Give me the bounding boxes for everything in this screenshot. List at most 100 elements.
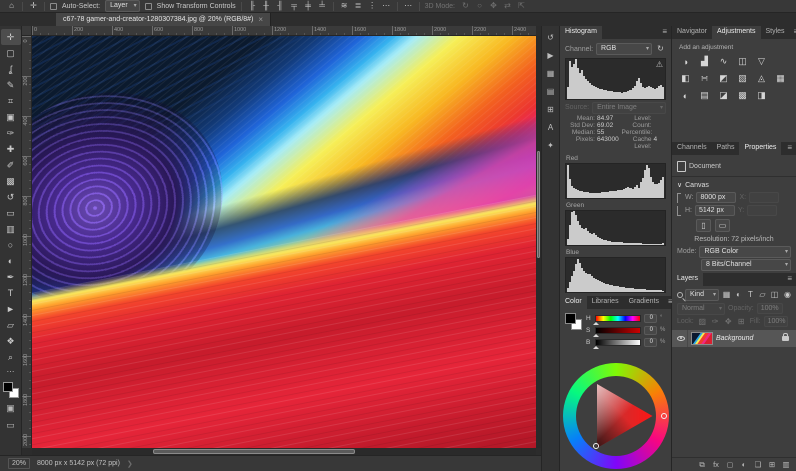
layer-group-icon[interactable]: ❑ [753,459,763,470]
slider-h[interactable]: H0° [586,313,666,323]
threshold-icon[interactable]: ◪ [717,90,730,102]
filter-smart-objects-icon[interactable]: ◫ [769,289,780,300]
align-right-icon[interactable]: ╢ [275,1,286,12]
tool-quick-selection[interactable]: ✎ [1,77,21,93]
filter-shape-layers-icon[interactable]: ▱ [757,289,768,300]
panel-histogram[interactable]: Histogram [560,26,602,39]
visibility-toggle[interactable] [675,330,688,347]
tool-brush[interactable]: ✐ [1,157,21,173]
tool-blur[interactable]: ○ [1,237,21,253]
lock-artboards-icon[interactable]: ⊞ [736,316,747,327]
tool-eraser[interactable]: ▭ [1,205,21,221]
panel-menu-icon[interactable]: ≡ [790,26,796,39]
lock-image-pixels-icon[interactable]: ✑ [710,316,721,327]
horizontal-scrollbar[interactable] [32,448,536,455]
portrait-orientation-button[interactable]: ▯ [696,219,711,232]
status-chevron-icon[interactable]: ❯ [127,460,133,468]
distribute-vertical-icon[interactable]: ⋮ [367,1,378,12]
height-field[interactable]: 5142 px [695,205,735,216]
tab-layers[interactable]: Layers [672,273,703,286]
show-transform-checkbox[interactable] [145,3,152,10]
posterize-icon[interactable]: ▤ [698,90,711,102]
layer-effects-icon[interactable]: fx [711,459,721,470]
panel-menu-icon[interactable]: ≡ [783,142,796,155]
tool-lasso[interactable]: ʆ [1,61,21,77]
tab-gradients[interactable]: Gradients [624,296,664,309]
tool-gradient[interactable]: ▥ [1,221,21,237]
tool-eyedropper[interactable]: ✑ [1,125,21,141]
vibrance-icon[interactable]: ▽ [755,56,768,68]
color-mode-dropdown[interactable]: RGB Color [699,246,791,258]
brightness-contrast-icon[interactable]: ◑ [679,56,692,68]
move-tool-preset-icon[interactable]: ✛ [28,1,39,12]
width-field[interactable]: 8000 px [696,192,736,203]
foreground-color-swatch[interactable] [3,382,13,392]
tool-shape[interactable]: ▱ [1,317,21,333]
align-top-icon[interactable]: ╤ [289,1,300,12]
lock-position-icon[interactable]: ✥ [723,316,734,327]
clone-source-icon[interactable]: ⊞ [544,104,557,115]
document-canvas[interactable] [32,36,536,448]
close-icon[interactable]: × [258,15,263,24]
link-dimensions-icon[interactable] [677,193,681,203]
tab-properties[interactable]: Properties [739,142,781,155]
channel-mixer-icon[interactable]: ◬ [755,73,768,85]
tool-path-selection[interactable]: ► [1,301,21,317]
invert-icon[interactable]: ◐ [679,90,692,102]
tool-type[interactable]: T [1,285,21,301]
distribute-horizontal-icon[interactable]: ⋯ [381,1,392,12]
screen-mode-button[interactable]: ▭ [1,418,21,432]
tool-frame[interactable]: ▣ [1,109,21,125]
foreground-color-swatch[interactable] [565,313,576,324]
tab-channels[interactable]: Channels [672,142,712,155]
align-center-horizontal-icon[interactable]: ╫ [261,1,272,12]
layer-mask-icon[interactable]: ◻ [725,459,735,470]
auto-select-dropdown[interactable]: Layer [105,0,140,12]
zoom-level-field[interactable]: 20% [8,458,30,469]
more-options-icon[interactable]: ⋯ [403,1,414,12]
tab-adjustments[interactable]: Adjustments [712,26,761,39]
color-swatches[interactable] [565,313,582,330]
distribute-top-icon[interactable]: ≋ [339,1,350,12]
layer-row-background[interactable]: Background [672,330,796,347]
filter-pixel-layers-icon[interactable]: ▦ [721,289,732,300]
edit-toolbar-icon[interactable]: ⋯ [7,367,15,376]
color-marker[interactable] [593,443,599,449]
libraries-icon[interactable]: ▤ [544,86,557,97]
tool-history-brush[interactable]: ↺ [1,189,21,205]
filter-adjustment-layers-icon[interactable]: ◐ [733,289,744,300]
adjustment-layer-icon[interactable]: ◐ [739,459,749,470]
tool-spot-healing-brush[interactable]: ✚ [1,141,21,157]
panel-menu-icon[interactable]: ≡ [658,26,671,39]
layer-name[interactable]: Background [716,335,753,342]
actions-icon[interactable]: ▶ [544,50,557,61]
color-wheel[interactable] [563,363,669,469]
selective-color-icon[interactable]: ◨ [755,90,768,102]
black-white-icon[interactable]: ◩ [717,73,730,85]
photo-filter-icon[interactable]: ▧ [736,73,749,85]
auto-select-checkbox[interactable] [50,3,57,10]
home-icon[interactable]: ⌂ [6,1,17,12]
tool-move[interactable]: ✛ [1,29,21,45]
history-icon[interactable]: ↺ [544,32,557,43]
gradient-map-icon[interactable]: ▩ [736,90,749,102]
document-tab[interactable]: c67-78 gamer-and-creator-1280307384.jpg … [56,13,271,26]
tab-navigator[interactable]: Navigator [672,26,712,39]
tool-pen[interactable]: ✒ [1,269,21,285]
color-swatches[interactable] [3,382,19,398]
tool-clone-stamp[interactable]: ▩ [1,173,21,189]
tab-styles[interactable]: Styles [761,26,790,39]
filter-kind-dropdown[interactable]: Kind [685,289,719,301]
tab-libraries[interactable]: Libraries [587,296,624,309]
bit-depth-dropdown[interactable]: 8 Bits/Channel [701,259,791,271]
exposure-icon[interactable]: ◫ [736,56,749,68]
slider-s[interactable]: S0% [586,325,666,335]
filter-toggle-icon[interactable]: ◉ [784,290,791,299]
panel-menu-icon[interactable]: ≡ [783,273,796,286]
hue-saturation-icon[interactable]: ◧ [679,73,692,85]
learn-icon[interactable]: ✦ [544,140,557,151]
swatches-icon[interactable]: ▦ [544,68,557,79]
link-dimensions-icon[interactable] [677,206,681,216]
filter-type-layers-icon[interactable]: T [745,289,756,300]
new-layer-icon[interactable]: ⊞ [767,459,777,470]
